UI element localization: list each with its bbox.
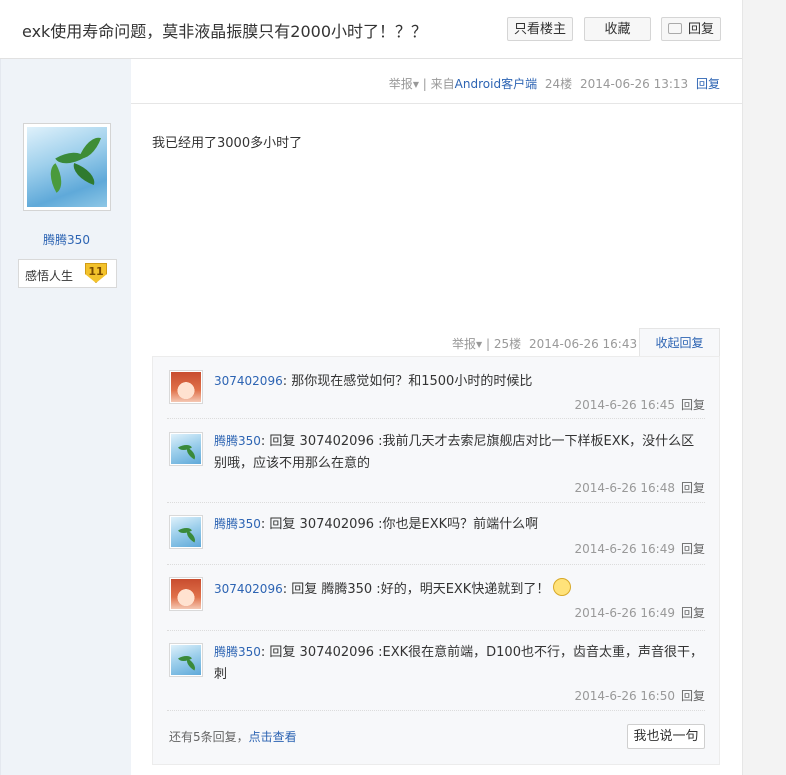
commenter-avatar[interactable] (169, 577, 203, 611)
comment-meta: 2014-6-26 16:49 回复 (574, 604, 705, 621)
avatar-image (27, 127, 107, 207)
comment-time: 2014-6-26 16:49 (574, 606, 675, 620)
comment-time: 2014-6-26 16:50 (574, 689, 675, 703)
comment-divider (167, 630, 705, 631)
comment-time: 2014-6-26 16:45 (574, 398, 675, 412)
floor-number: 24楼 (544, 77, 573, 91)
comment-reply-link[interactable]: 回复 (681, 542, 705, 556)
collapse-replies-button[interactable]: 收起回复 (639, 328, 720, 357)
speech-bubble-icon (667, 23, 682, 34)
dropdown-arrow-icon: ▼ (476, 340, 483, 349)
comment-body: 回复 307402096 :我前几天才去索尼旗舰店对比一下样板EXK，没什么区别… (214, 434, 695, 471)
comment-time: 2014-6-26 16:48 (574, 481, 675, 495)
thread-title: exk使用寿命问题，莫非液晶振膜只有2000小时了！？？ (22, 22, 428, 41)
commenter-avatar[interactable] (169, 515, 203, 549)
post-meta: 举报▼ | 来自Android客户端 24楼 2014-06-26 13:13 … (389, 75, 720, 92)
only-op-button[interactable]: 只看楼主 (507, 17, 573, 41)
leaf-avatar-icon (171, 645, 201, 675)
commenter-avatar[interactable] (169, 370, 203, 404)
comment-text: 腾腾350: 回复 307402096 :你也是EXK吗？前端什么啊 (214, 517, 539, 532)
comment-author[interactable]: 307402096 (214, 582, 283, 596)
lzl-report-link[interactable]: 举报▼ (452, 337, 482, 351)
source-link[interactable]: Android客户端 (455, 77, 537, 91)
reply-button-label: 回复 (687, 22, 714, 37)
comment-text: 腾腾350: 回复 307402096 :我前几天才去索尼旗舰店对比一下样板EX… (214, 434, 695, 471)
member-badge[interactable]: 感悟人生 11 (18, 259, 117, 288)
source-prefix: 来自 (430, 77, 455, 91)
post-reply-link[interactable]: 回复 (696, 77, 720, 91)
commenter-avatar[interactable] (169, 643, 203, 677)
comment-reply-link[interactable]: 回复 (681, 689, 705, 703)
comment-meta: 2014-6-26 16:45 回复 (574, 396, 705, 413)
comment-body: 回复 307402096 :你也是EXK吗？前端什么啊 (269, 517, 539, 532)
dropdown-arrow-icon: ▼ (412, 80, 419, 89)
comment-text: 腾腾350: 回复 307402096 :EXK很在意前端，D100也不行，齿音… (214, 645, 703, 682)
level-shield-icon: 11 (85, 263, 107, 283)
author-name[interactable]: 腾腾350 (1, 231, 132, 248)
author-avatar[interactable] (23, 123, 111, 211)
post-content: 我已经用了3000多小时了 (152, 136, 303, 151)
favorite-button[interactable]: 收藏 (584, 17, 651, 41)
anime-girl-avatar-icon (171, 372, 201, 402)
leaf-shape (69, 162, 99, 186)
comment-time: 2014-6-26 16:49 (574, 542, 675, 556)
leaf-avatar-icon (171, 517, 201, 547)
thread-header: exk使用寿命问题，莫非液晶振膜只有2000小时了！？？ 只看楼主 收藏 回复 (0, 0, 742, 59)
report-link[interactable]: 举报▼ (389, 77, 419, 91)
lzl-floor: 25楼 (493, 337, 522, 351)
badge-text: 感悟人生 (25, 269, 74, 283)
add-comment-button[interactable]: 我也说一句 (627, 724, 705, 749)
comment-meta: 2014-6-26 16:50 回复 (574, 687, 705, 704)
comment-divider (167, 564, 705, 565)
comment-meta: 2014-6-26 16:49 回复 (574, 540, 705, 557)
comment-reply-link[interactable]: 回复 (681, 606, 705, 620)
comment-reply-link[interactable]: 回复 (681, 398, 705, 412)
anime-girl-avatar-icon (171, 579, 201, 609)
leaf-shape (78, 133, 102, 163)
leaf-shape (43, 163, 69, 193)
more-replies: 还有5条回复，点击查看 (169, 728, 297, 745)
comment-author[interactable]: 腾腾350 (214, 517, 261, 531)
comment-box: 307402096: 那你现在感觉如何？和1500小时的时候比 2014-6-2… (152, 356, 720, 765)
reply-button[interactable]: 回复 (661, 17, 721, 41)
page-scroll-gutter (742, 0, 786, 775)
meta-divider (131, 103, 742, 104)
comment-reply-link[interactable]: 回复 (681, 481, 705, 495)
comment-text: 307402096: 那你现在感觉如何？和1500小时的时候比 (214, 374, 533, 389)
comment-divider (167, 502, 705, 503)
lzl-meta: 举报▼ | 25楼 2014-06-26 16:43 (452, 335, 637, 352)
lzl-time: 2014-06-26 16:43 (528, 337, 638, 351)
comment-author[interactable]: 腾腾350 (214, 434, 261, 448)
smiley-icon (553, 578, 572, 596)
author-column: 腾腾350 感悟人生 11 (0, 59, 131, 775)
comment-body: 那你现在感觉如何？和1500小时的时候比 (291, 374, 533, 389)
comment-text: 307402096: 回复 腾腾350 :好的，明天EXK快递就到了！ (214, 578, 706, 601)
comment-author[interactable]: 307402096 (214, 374, 283, 388)
more-replies-text: 还有5条回复， (169, 730, 249, 744)
view-more-link[interactable]: 点击查看 (249, 730, 297, 744)
leaf-avatar-icon (171, 434, 201, 464)
comment-divider (167, 418, 705, 419)
meta-separator: | (486, 337, 494, 351)
comment-meta: 2014-6-26 16:48 回复 (574, 479, 705, 496)
meta-separator: | (422, 77, 431, 91)
commenter-avatar[interactable] (169, 432, 203, 466)
comment-body: 回复 腾腾350 :好的，明天EXK快递就到了！ (291, 582, 550, 597)
comment-divider (167, 710, 705, 711)
post-time: 2014-06-26 13:13 (580, 77, 689, 91)
comment-body: 回复 307402096 :EXK很在意前端，D100也不行，齿音太重，声音很干… (214, 645, 703, 682)
comment-author[interactable]: 腾腾350 (214, 645, 261, 659)
